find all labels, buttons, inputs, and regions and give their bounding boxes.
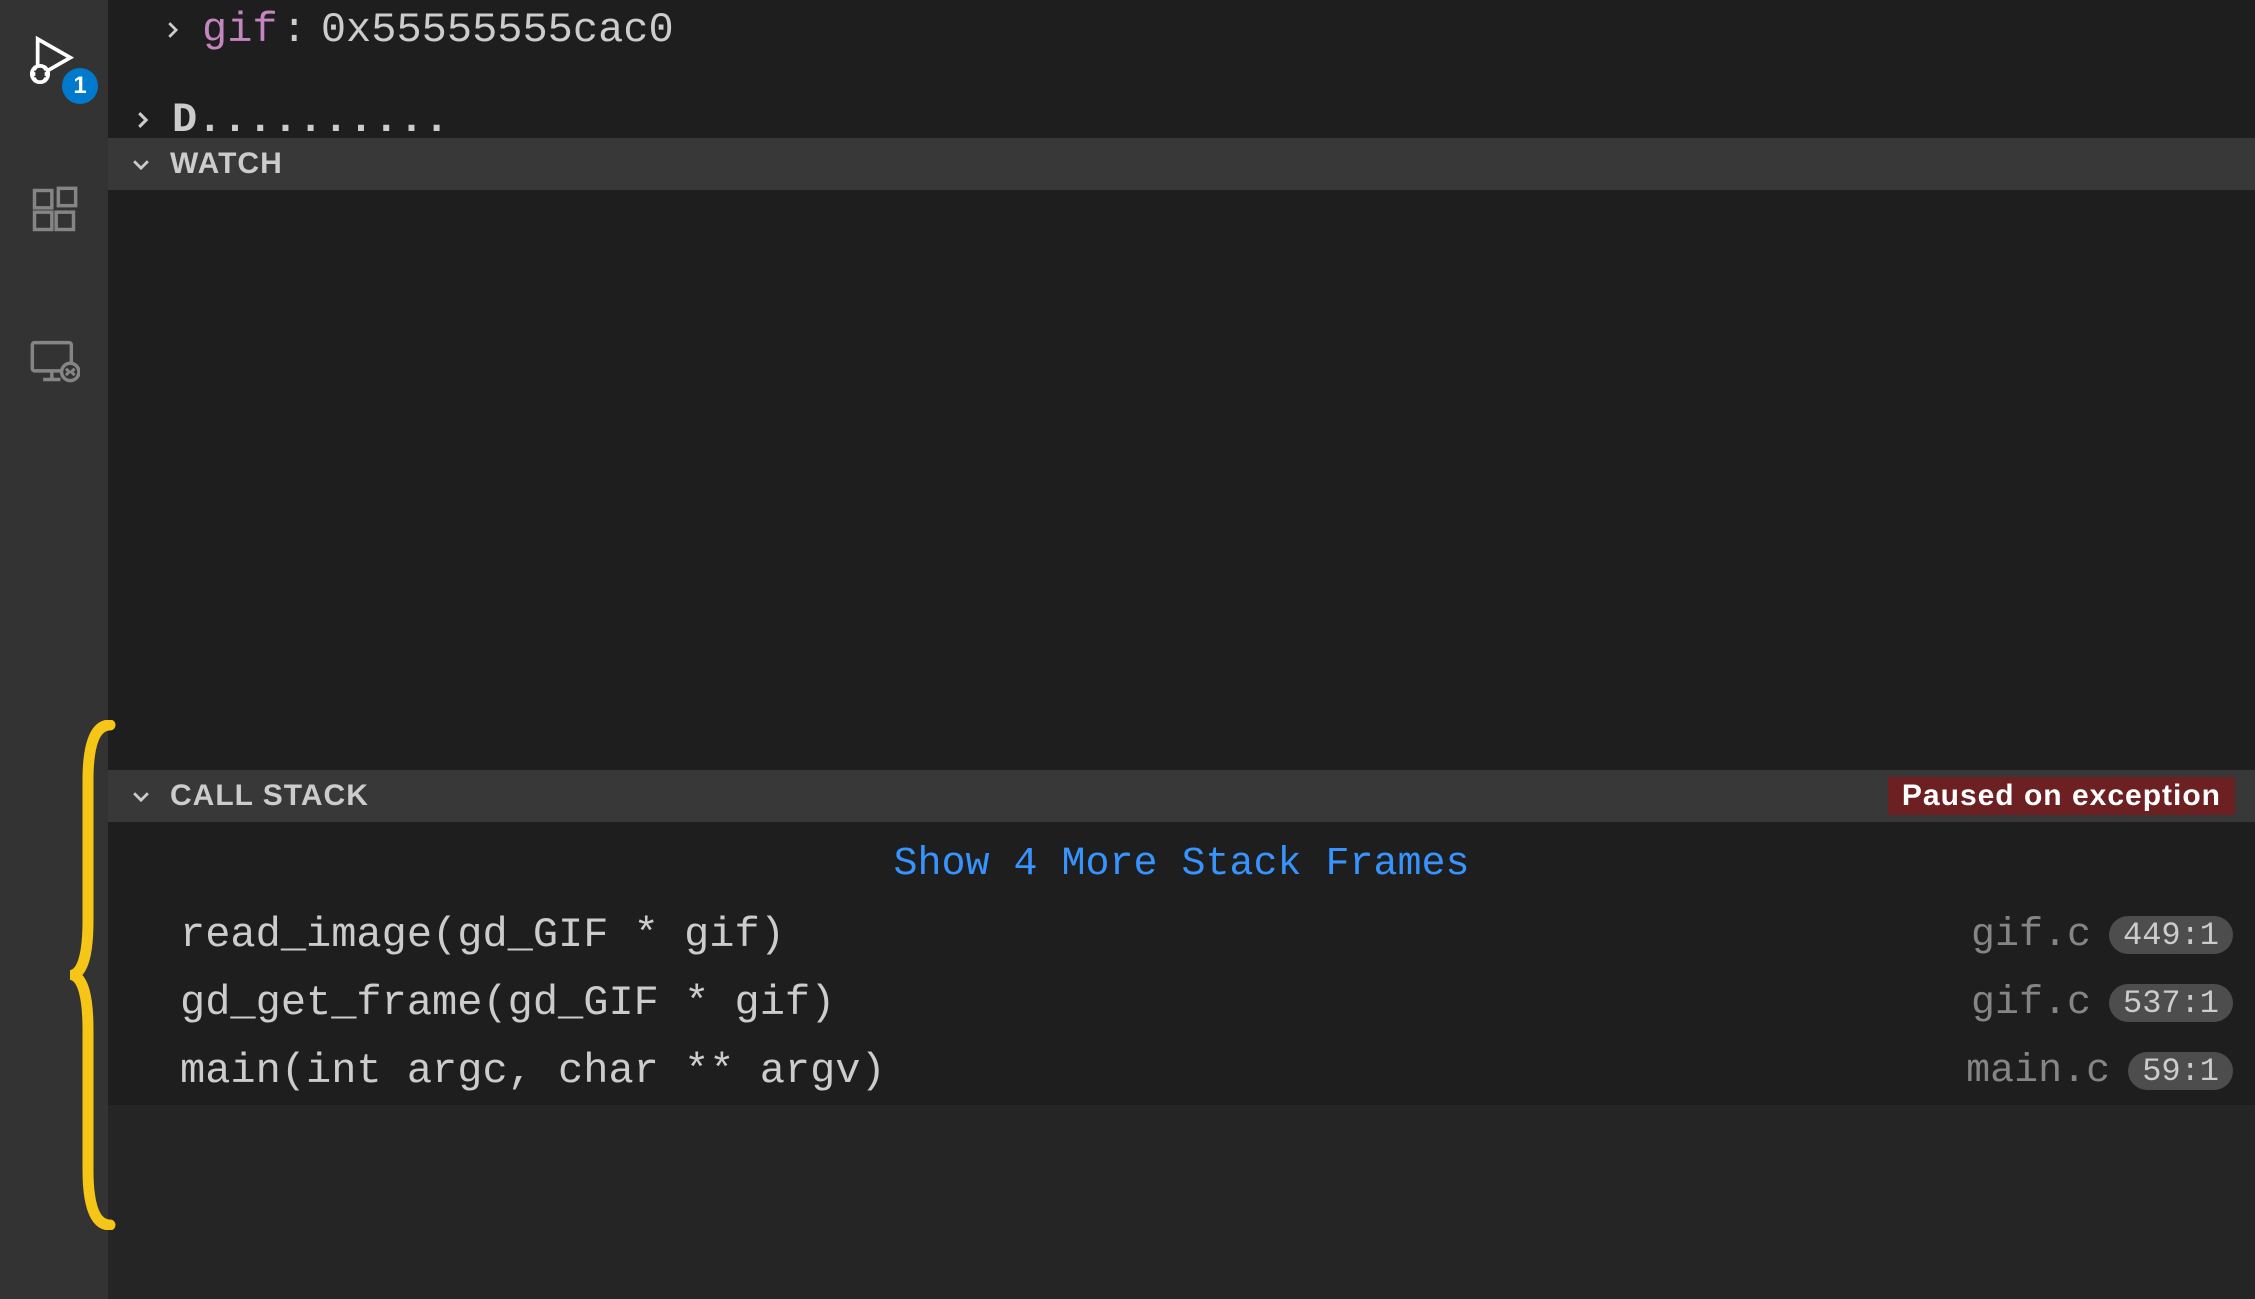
- variable-row-partial[interactable]: D..........: [158, 90, 2255, 138]
- watch-section-header[interactable]: WATCH: [108, 138, 2255, 190]
- variable-partial-text: D..........: [172, 96, 449, 138]
- callstack-title: CALL STACK: [170, 779, 369, 813]
- chevron-down-icon: [128, 151, 154, 177]
- callstack-body: Show 4 More Stack Frames read_image(gd_G…: [108, 822, 2255, 1105]
- variables-section: gif : 0x55555555cac0 D..........: [108, 0, 2255, 138]
- stack-func: read_image(gd_GIF * gif): [180, 911, 785, 959]
- paused-on-exception-badge: Paused on exception: [1888, 777, 2235, 815]
- stack-location: 537:1: [2109, 984, 2233, 1022]
- stack-file: main.c: [1966, 1049, 2110, 1094]
- variable-value: 0x55555555cac0: [321, 6, 674, 54]
- stack-frame[interactable]: gd_get_frame(gd_GIF * gif) gif.c 537:1: [108, 969, 2255, 1037]
- activity-bar: 1: [0, 0, 108, 1299]
- chevron-right-icon: [128, 106, 156, 134]
- debug-panel: gif : 0x55555555cac0 D.......... WATCH C…: [108, 0, 2255, 1299]
- stack-location: 59:1: [2128, 1052, 2233, 1090]
- stack-file: gif.c: [1971, 913, 2091, 958]
- variable-row[interactable]: gif : 0x55555555cac0: [158, 0, 2255, 60]
- stack-location: 449:1: [2109, 916, 2233, 954]
- watch-title: WATCH: [170, 147, 283, 181]
- annotation-bracket: [70, 720, 120, 1230]
- show-more-frames-link[interactable]: Show 4 More Stack Frames: [108, 828, 2255, 901]
- watch-body: [108, 190, 2255, 770]
- debug-badge: 1: [62, 68, 98, 104]
- callstack-section-header[interactable]: CALL STACK Paused on exception: [108, 770, 2255, 822]
- activity-extensions-button[interactable]: [14, 170, 94, 250]
- stack-frame[interactable]: main(int argc, char ** argv) main.c 59:1: [108, 1037, 2255, 1105]
- stack-frame[interactable]: read_image(gd_GIF * gif) gif.c 449:1: [108, 901, 2255, 969]
- stack-func: gd_get_frame(gd_GIF * gif): [180, 979, 835, 1027]
- activity-remote-button[interactable]: [14, 320, 94, 400]
- chevron-down-icon: [128, 783, 154, 809]
- chevron-right-icon: [158, 16, 186, 44]
- stack-func: main(int argc, char ** argv): [180, 1047, 886, 1095]
- activity-debug-button[interactable]: 1: [14, 20, 94, 100]
- variable-colon: :: [282, 6, 307, 54]
- variable-name: gif: [202, 6, 278, 54]
- stack-file: gif.c: [1971, 981, 2091, 1026]
